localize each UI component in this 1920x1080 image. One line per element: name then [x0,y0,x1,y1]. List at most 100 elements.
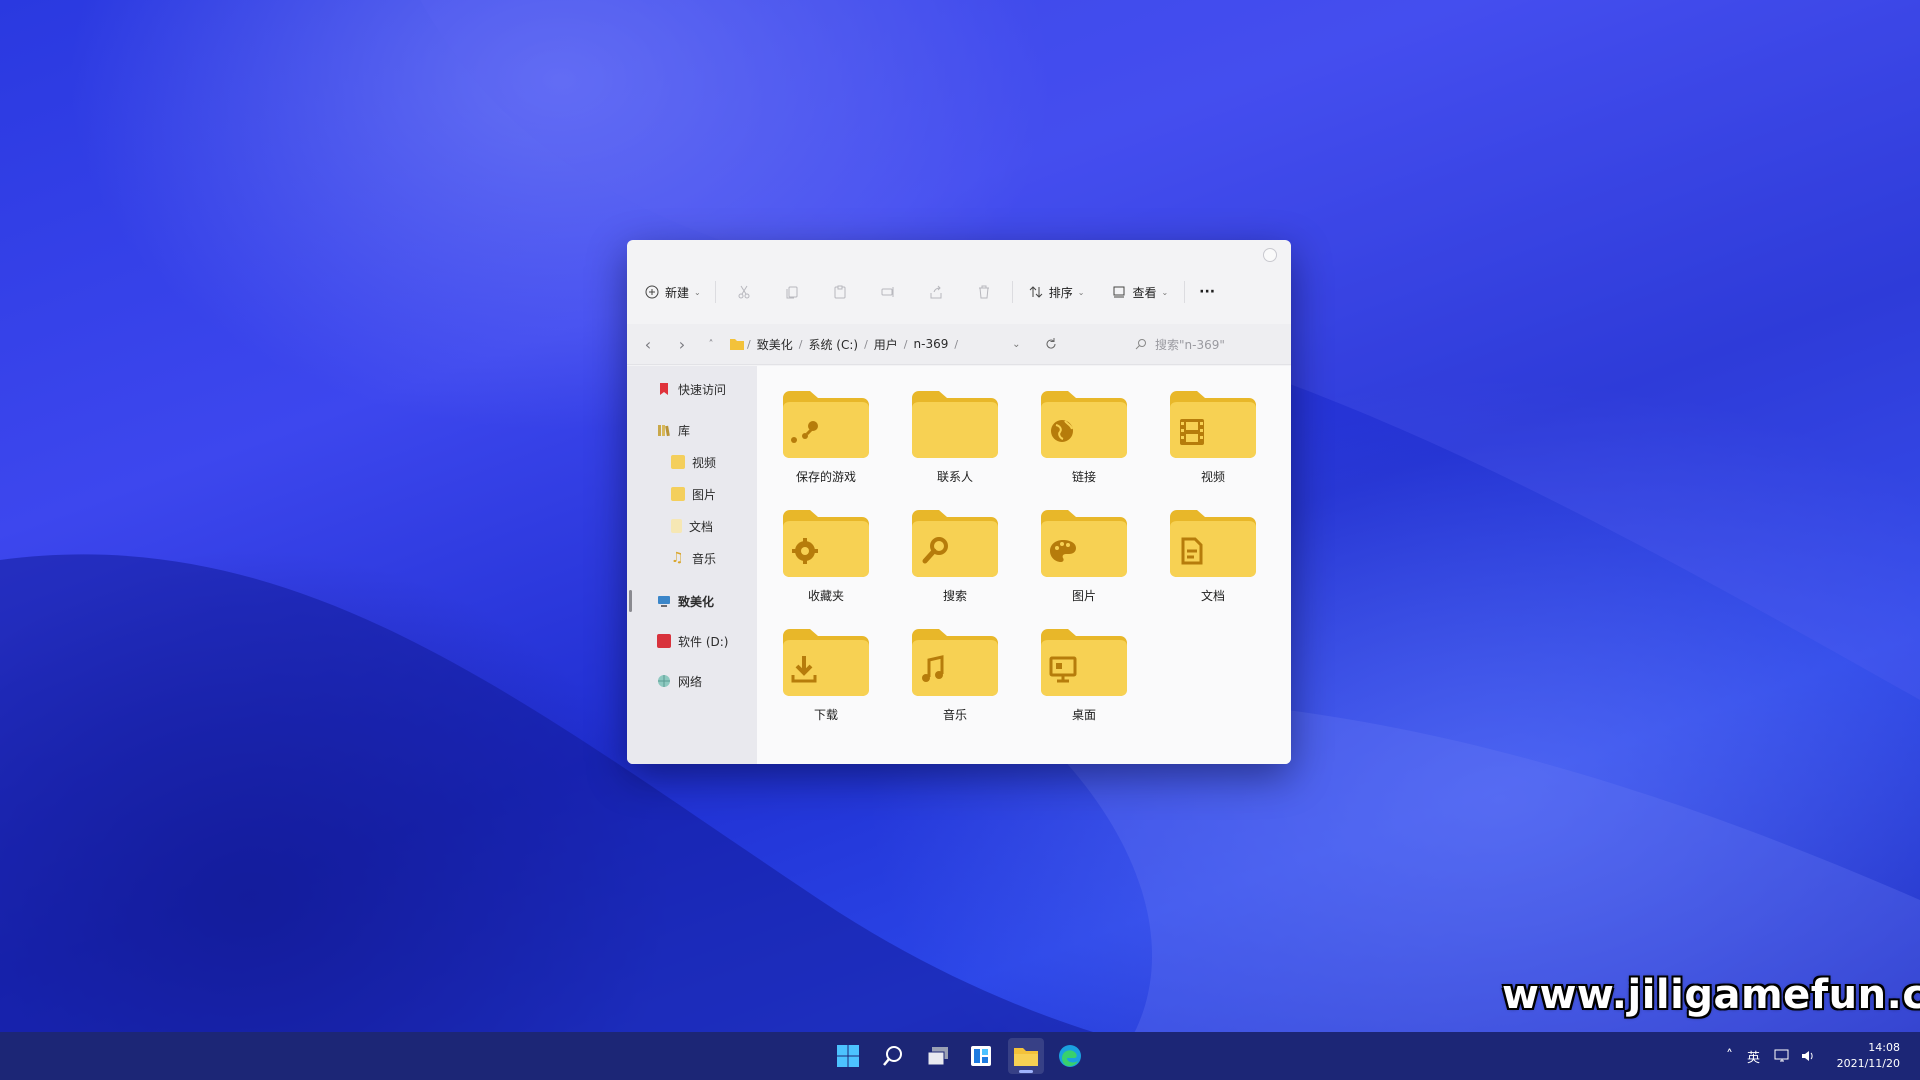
paste-button[interactable] [816,277,864,307]
input-language-indicator[interactable]: 英 [1747,1047,1760,1066]
edge-browser-button[interactable] [1052,1038,1088,1074]
edge-icon [1059,1045,1081,1067]
folder-label: 图片 [1071,589,1096,603]
breadcrumb-item[interactable]: n-369 [908,337,955,351]
share-button[interactable] [912,277,960,307]
clock-date: 2021/11/20 [1836,1057,1900,1070]
widgets-icon [971,1046,991,1066]
folder-icon [1170,391,1256,458]
rename-button[interactable] [864,277,912,307]
sidebar-item-quick-access[interactable]: 快速访问 [657,378,726,400]
computer-icon [658,596,670,607]
folder-icon [1041,391,1127,458]
search-box[interactable]: 搜索"n-369" [1135,332,1275,356]
new-button[interactable]: 新建 ⌄ [645,277,701,307]
folder-tile-saved-games[interactable]: 保存的游戏 [767,384,877,492]
folder-tile-documents[interactable]: 文档 [1154,503,1264,611]
sidebar-label: 图片 [692,487,717,502]
globe-icon [1051,420,1073,442]
breadcrumb-item[interactable]: 系统 (C:) [802,336,864,353]
address-bar: ‹ › ˄ / 致美化 / 系统 (C:) / 用户 / n-369 / ⌄ 搜… [627,324,1291,365]
scissors-icon [738,285,750,299]
clock[interactable]: 14:08 2021/11/20 [1837,1040,1900,1072]
system-tray: ˄ 英 [1726,1032,1816,1080]
breadcrumb-separator: / [954,337,959,351]
folder-label: 视频 [1200,470,1225,484]
sort-button[interactable]: 排序 ⌄ [1029,277,1084,307]
folder-label: 桌面 [1071,708,1096,722]
arrow-up-icon: ˄ [708,338,714,350]
file-explorer-taskbar-button[interactable] [1008,1038,1044,1074]
sidebar-item-music[interactable]: ♫ 音乐 [671,547,716,569]
folder-view: 保存的游戏 联系人 链接 视频 收藏夹 搜索 图片 文档 下载 音乐 桌面 [757,366,1291,764]
volume-icon[interactable] [1800,1048,1816,1064]
folder-tile-desktop[interactable]: 桌面 [1025,622,1135,730]
folder-icon [783,391,869,458]
folder-icon [783,629,869,696]
widgets-button[interactable] [963,1038,999,1074]
windows-logo-icon [837,1045,859,1067]
forward-button[interactable]: › [665,329,699,359]
folder-tile-videos[interactable]: 视频 [1154,384,1264,492]
network-icon[interactable] [1774,1048,1790,1064]
cut-button[interactable] [720,277,768,307]
search-icon [883,1046,902,1066]
clock-time: 14:08 [1868,1041,1900,1054]
sidebar-item-network[interactable]: 网络 [657,670,702,692]
window-close-button[interactable] [1263,248,1277,262]
sidebar-item-videos[interactable]: 视频 [671,451,716,473]
start-button[interactable] [830,1038,866,1074]
toolbar-divider [1184,281,1186,303]
folder-tile-downloads[interactable]: 下载 [767,622,877,730]
delete-button[interactable] [960,277,1008,307]
network-icon [658,675,670,687]
watermark-text: www.jiligamefun.com [1502,972,1920,1018]
refresh-icon[interactable] [1044,337,1058,351]
folder-icon [1041,629,1127,696]
command-bar: 新建 ⌄ 排序 ⌄ 查看 ⌄ ··· [627,268,1291,316]
folder-icon [730,339,744,350]
up-button[interactable]: ˄ [699,329,723,359]
more-button[interactable]: ··· [1199,277,1215,307]
address-dropdown-button[interactable]: ⌄ [1012,339,1020,350]
folder-label: 下载 [813,708,838,722]
folder-tile-favorites[interactable]: 收藏夹 [767,503,877,611]
share-icon [930,285,942,299]
copy-button[interactable] [768,277,816,307]
view-icon [1113,286,1125,298]
plus-circle-icon [645,285,659,299]
sidebar-item-drive-d[interactable]: 软件 (D:) [657,630,728,652]
chevron-down-icon: ⌄ [1161,287,1169,297]
folder-tile-music[interactable]: 音乐 [896,622,1006,730]
sidebar-item-documents[interactable]: 文档 [671,515,713,537]
sidebar-item-library[interactable]: 库 [657,419,690,441]
chevron-right-icon: › [678,334,686,354]
view-button[interactable]: 查看 ⌄ [1112,277,1168,307]
task-view-button[interactable] [920,1038,956,1074]
chevron-down-icon: ⌄ [694,287,701,297]
breadcrumb-item[interactable]: 致美化 [751,336,799,353]
sidebar-label: 音乐 [692,551,717,566]
drive-icon [657,634,671,648]
folder-icon [1170,510,1256,577]
folder-tile-pictures[interactable]: 图片 [1025,503,1135,611]
back-button[interactable]: ‹ [631,329,665,359]
search-button[interactable] [875,1038,911,1074]
folder-tile-searches[interactable]: 搜索 [896,503,1006,611]
clipboard-icon [834,285,846,299]
folder-tile-links[interactable]: 链接 [1025,384,1135,492]
view-label: 查看 [1132,285,1157,300]
sidebar-item-pictures[interactable]: 图片 [671,483,716,505]
bookmark-icon [660,383,668,395]
sidebar-item-this-pc[interactable]: 致美化 [657,590,714,612]
folder-label: 联系人 [936,470,973,484]
breadcrumb-item[interactable]: 用户 [868,336,904,353]
copy-icon [786,286,798,299]
chevron-up-icon[interactable]: ˄ [1726,1048,1733,1064]
trash-icon [978,285,989,299]
folder-tile-contacts[interactable]: 联系人 [896,384,1006,492]
task-view-icon [927,1047,948,1066]
sidebar-label: 软件 (D:) [678,634,729,649]
toolbar-divider [714,281,716,303]
sidebar-label: 视频 [692,455,717,470]
